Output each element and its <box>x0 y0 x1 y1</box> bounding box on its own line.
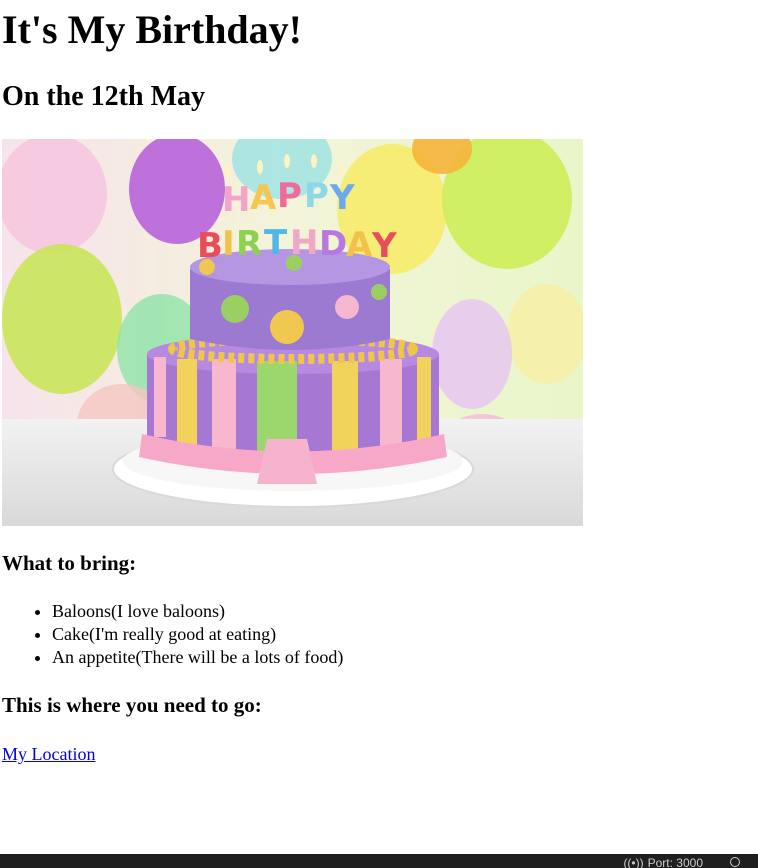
status-bar: ((•)) Port: 3000 <box>0 854 758 868</box>
svg-text:R: R <box>236 224 262 264</box>
svg-text:H: H <box>222 180 250 220</box>
bell-icon[interactable] <box>730 857 740 867</box>
svg-text:T: T <box>264 223 288 263</box>
port-label: Port: 3000 <box>647 856 703 868</box>
svg-text:H: H <box>290 223 318 263</box>
location-heading: This is where you need to go: <box>2 693 262 717</box>
list-item: Baloons(I love baloons) <box>52 600 343 623</box>
port-indicator[interactable]: ((•)) Port: 3000 <box>623 856 703 868</box>
svg-text:A: A <box>346 225 373 265</box>
birthday-cake-image: H A P P Y B I R T H D A Y <box>2 139 583 526</box>
what-to-bring-heading: What to bring: <box>2 551 137 575</box>
svg-text:D: D <box>319 224 347 264</box>
location-link[interactable]: My Location <box>2 743 95 766</box>
svg-text:Y: Y <box>329 178 355 218</box>
svg-text:P: P <box>304 176 329 216</box>
page-title: It's My Birthday! <box>2 7 302 52</box>
list-item: Cake(I'm really good at eating) <box>52 623 343 646</box>
svg-text:I: I <box>222 224 235 264</box>
bring-list: Baloons(I love baloons) Cake(I'm really … <box>2 600 343 669</box>
list-item: An appetite(There will be a lots of food… <box>52 646 343 669</box>
svg-text:B: B <box>197 226 223 266</box>
page-subtitle: On the 12th May <box>2 81 205 112</box>
svg-text:A: A <box>250 178 277 218</box>
svg-text:Y: Y <box>371 226 397 266</box>
broadcast-icon: ((•)) <box>623 856 644 868</box>
svg-text:P: P <box>277 176 302 216</box>
